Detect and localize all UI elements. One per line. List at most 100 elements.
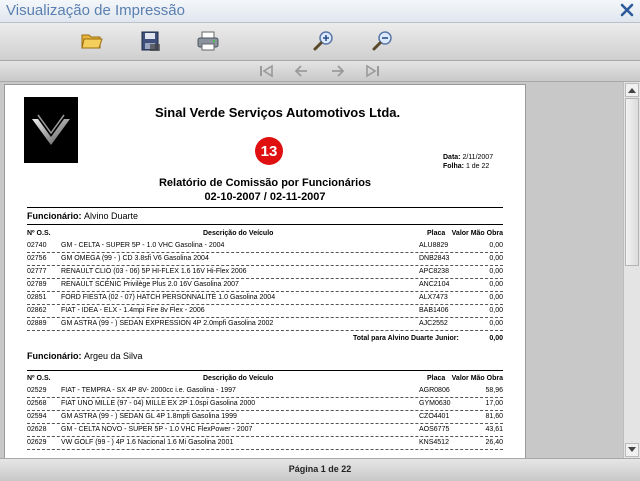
row-placa: APC8238 xyxy=(419,268,449,275)
row-valor: 81,60 xyxy=(485,413,503,420)
row-valor: 43,61 xyxy=(485,426,503,433)
row-placa: KNS4512 xyxy=(419,439,449,446)
row-placa: AJC2552 xyxy=(419,320,448,327)
row-os: 02594 xyxy=(27,413,47,420)
scroll-up-arrow-icon[interactable] xyxy=(625,83,639,97)
zoom-out-icon[interactable] xyxy=(371,29,395,53)
table-row: 02756 GM OMEGA (99 - ) CD 3.8sfi V6 Gaso… xyxy=(27,253,503,266)
scrollbar-thumb[interactable] xyxy=(625,98,639,266)
row-placa: BAB1406 xyxy=(419,307,449,314)
row-os: 02862 xyxy=(27,307,47,314)
col-placa-header: Placa xyxy=(427,375,446,382)
col-placa-header: Placa xyxy=(427,230,446,237)
col-desc-header: Descrição do Veículo xyxy=(203,375,274,382)
row-placa: GYM0630 xyxy=(419,400,451,407)
col-valor-header: Valor Mão Obra xyxy=(451,375,503,382)
report-date: Data: 2/11/2007 xyxy=(443,154,494,161)
row-desc: VW GOLF (99 - ) 4P 1.6 Nacional 1.6 Mi G… xyxy=(61,439,234,446)
row-placa: CZO4401 xyxy=(419,413,450,420)
preview-area[interactable]: Sinal Verde Serviços Automotivos Ltda. 1… xyxy=(0,82,640,458)
report-number-badge: 13 xyxy=(255,137,283,165)
table-row: 02529 FIAT - TEMPRA - SX 4P 8V- 2000cc i… xyxy=(27,385,503,398)
row-desc: GM - CELTA - SUPER 5P - 1.0 VHC Gasolina… xyxy=(61,242,225,249)
navigation-toolbar xyxy=(0,61,640,82)
print-icon[interactable] xyxy=(196,29,220,53)
row-os: 02789 xyxy=(27,281,47,288)
row-valor: 58,96 xyxy=(485,387,503,394)
row-os: 02777 xyxy=(27,268,47,275)
table-row: 02740 GM - CELTA - SUPER 5P - 1.0 VHC Ga… xyxy=(27,240,503,253)
row-os: 02628 xyxy=(27,426,47,433)
row-desc: GM ASTRA (99 - ) SEDAN EXPRESSION 4P 2.0… xyxy=(61,320,274,327)
scroll-down-arrow-icon[interactable] xyxy=(625,443,639,457)
row-os: 02629 xyxy=(27,439,47,446)
row-valor: 0,00 xyxy=(489,320,503,327)
row-desc: FIAT UNO MILLE (97 - 04) MILLE EX 2P 1.0… xyxy=(61,400,256,407)
company-name: Sinal Verde Serviços Automotivos Ltda. xyxy=(155,105,401,120)
table-row: 02889 GM ASTRA (99 - ) SEDAN EXPRESSION … xyxy=(27,318,503,331)
row-valor: 0,00 xyxy=(489,294,503,301)
row-desc: GM OMEGA (99 - ) CD 3.8sfi V6 Gasolina 2… xyxy=(61,255,209,262)
row-placa: ANC2104 xyxy=(419,281,450,288)
employee-heading: Funcionário: Alvino Duarte xyxy=(27,211,139,221)
group-total-value: 0,00 xyxy=(489,335,503,342)
row-desc: FORD FIESTA (02 - 07) HATCH PERSONNALITÉ… xyxy=(61,294,276,301)
row-placa: ALX7473 xyxy=(419,294,448,301)
row-valor: 26,40 xyxy=(485,439,503,446)
row-os: 02740 xyxy=(27,242,47,249)
open-folder-icon[interactable] xyxy=(80,29,104,53)
row-desc: FIAT - IDEA - ELX - 1.4mpi Fire 8v Flex … xyxy=(61,307,205,314)
row-desc: GM ASTRA (99 - ) SEDAN GL 4P 1.8mpfi Gas… xyxy=(61,413,237,420)
group-total-label: Total para Alvino Duarte Junior: xyxy=(353,335,459,342)
status-bar: Página 1 de 22 xyxy=(0,458,640,481)
row-os: 02529 xyxy=(27,387,47,394)
row-placa: AGR0806 xyxy=(419,387,450,394)
row-os: 02568 xyxy=(27,400,47,407)
section-divider xyxy=(27,224,503,225)
row-valor: 0,00 xyxy=(489,268,503,275)
first-page-icon[interactable] xyxy=(257,63,275,79)
col-desc-header: Descrição do Veículo xyxy=(203,230,274,237)
title-bar: Visualização de Impressão xyxy=(0,0,640,23)
table-row: 02568 FIAT UNO MILLE (97 - 04) MILLE EX … xyxy=(27,398,503,411)
row-valor: 0,00 xyxy=(489,281,503,288)
zoom-in-icon[interactable] xyxy=(312,29,336,53)
row-desc: RENAULT CLIO (03 - 06) 5P HI-FLEX 1.6 16… xyxy=(61,268,247,275)
employee-heading: Funcionário: Argeu da Silva xyxy=(27,351,143,361)
next-page-icon[interactable] xyxy=(328,63,346,79)
row-valor: 0,00 xyxy=(489,242,503,249)
table-row: 02777 RENAULT CLIO (03 - 06) 5P HI-FLEX … xyxy=(27,266,503,279)
report-sheet: Folha: 1 de 22 xyxy=(443,163,490,170)
row-desc: GM - CELTA NOVO - SUPER 5P - 1.0 VHC Fle… xyxy=(61,426,253,433)
main-toolbar xyxy=(0,23,640,61)
section-divider xyxy=(27,207,503,208)
row-desc: FIAT - TEMPRA - SX 4P 8V- 2000cc i.e. Ga… xyxy=(61,387,236,394)
section-divider xyxy=(27,370,503,371)
company-logo xyxy=(24,97,78,163)
row-os: 02889 xyxy=(27,320,47,327)
row-valor: 17,00 xyxy=(485,400,503,407)
table-row: 02862 FIAT - IDEA - ELX - 1.4mpi Fire 8v… xyxy=(27,305,503,318)
row-desc: RENAULT SCÉNIC Privilège Plus 2.0 16V Ga… xyxy=(61,281,239,288)
table-row: 02629 VW GOLF (99 - ) 4P 1.6 Nacional 1.… xyxy=(27,437,503,450)
report-page: Sinal Verde Serviços Automotivos Ltda. 1… xyxy=(4,84,526,458)
row-valor: 0,00 xyxy=(489,307,503,314)
close-icon[interactable] xyxy=(620,3,634,17)
column-header-row: Nº O.S. Descrição do Veículo Placa Valor… xyxy=(27,375,503,385)
last-page-icon[interactable] xyxy=(364,63,382,79)
col-os-header: Nº O.S. xyxy=(27,375,51,382)
previous-page-icon[interactable] xyxy=(293,63,311,79)
save-disk-icon[interactable] xyxy=(139,29,163,53)
report-title: Relatório de Comissão por Funcionários xyxy=(158,177,372,189)
col-valor-header: Valor Mão Obra xyxy=(451,230,503,237)
report-period: 02-10-2007 / 02-11-2007 xyxy=(204,191,326,203)
row-placa: AOS6775 xyxy=(419,426,450,433)
row-os: 02851 xyxy=(27,294,47,301)
table-row: 02628 GM - CELTA NOVO - SUPER 5P - 1.0 V… xyxy=(27,424,503,437)
table-row: 02789 RENAULT SCÉNIC Privilège Plus 2.0 … xyxy=(27,279,503,292)
table-row: 02594 GM ASTRA (99 - ) SEDAN GL 4P 1.8mp… xyxy=(27,411,503,424)
page-indicator: Página 1 de 22 xyxy=(288,464,352,474)
vertical-scrollbar[interactable] xyxy=(623,82,640,458)
row-placa: ALU8829 xyxy=(419,242,449,249)
window-title: Visualização de Impressão xyxy=(6,2,185,19)
